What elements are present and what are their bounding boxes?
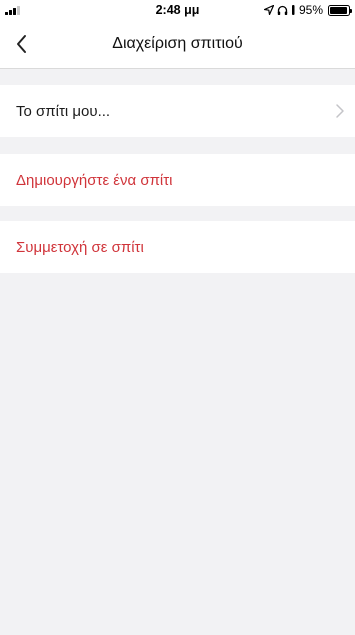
create-home-label: Δημιουργήστε ένα σπίτι: [16, 171, 173, 189]
status-icons: 95%: [263, 3, 352, 17]
bluetooth-icon: [291, 5, 295, 15]
location-icon: [263, 5, 274, 15]
join-home-button[interactable]: Συμμετοχή σε σπίτι: [0, 221, 355, 273]
my-home-row[interactable]: Το σπίτι μου...: [0, 85, 355, 137]
nav-bar: Διαχείριση σπιτιού: [0, 20, 355, 69]
screen: 2:48 μμ 95% Διαχείριση σπιτιού Το σπίτι …: [0, 0, 355, 635]
create-home-button[interactable]: Δημιουργήστε ένα σπίτι: [0, 154, 355, 206]
my-home-label: Το σπίτι μου...: [16, 102, 111, 120]
headphones-icon: [277, 5, 288, 15]
battery-fill: [330, 6, 348, 14]
page-title: Διαχείριση σπιτιού: [112, 35, 243, 52]
chevron-right-icon: [336, 104, 344, 118]
join-home-label: Συμμετοχή σε σπίτι: [16, 238, 144, 256]
battery-icon: [328, 4, 352, 16]
battery-percent: 95%: [298, 3, 323, 17]
status-bar: 2:48 μμ 95%: [0, 0, 355, 20]
